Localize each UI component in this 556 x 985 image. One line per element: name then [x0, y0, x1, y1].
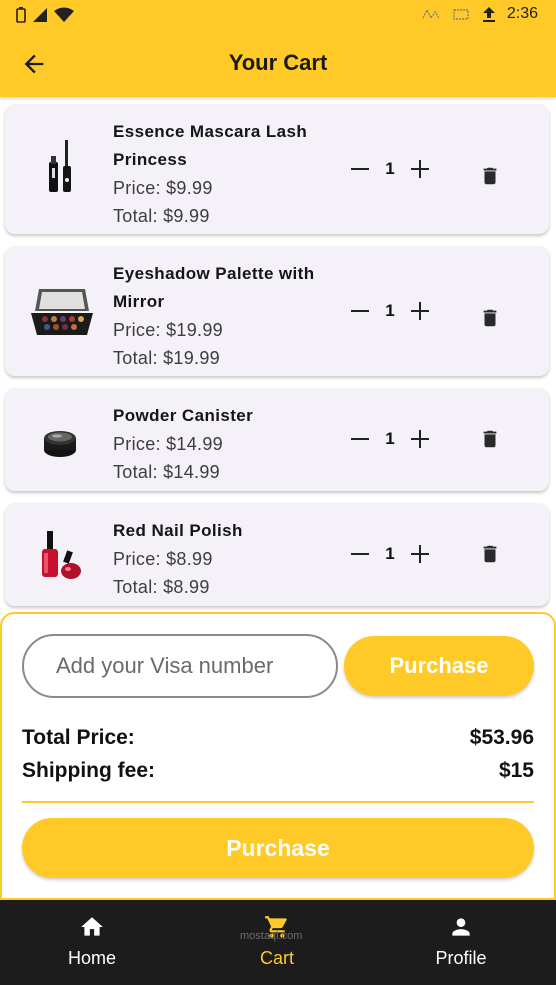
decrease-quantity-button[interactable]	[345, 539, 375, 569]
item-info: Eyeshadow Palette with Mirror Price: $19…	[113, 260, 323, 372]
quantity-stepper: 1	[345, 296, 435, 326]
minus-icon	[351, 553, 369, 555]
item-total: Total: $9.99	[113, 206, 210, 226]
quantity-value: 1	[385, 301, 395, 320]
delete-item-button[interactable]	[475, 424, 505, 454]
visa-number-input[interactable]	[22, 634, 338, 698]
trash-icon	[483, 167, 497, 185]
increase-quantity-button[interactable]	[405, 296, 435, 326]
increase-quantity-button[interactable]	[405, 154, 435, 184]
item-price: Price: $14.99	[113, 434, 223, 454]
trash-icon	[483, 309, 497, 327]
checkout-panel: Purchase Total Price: $53.96 Shipping fe…	[0, 612, 556, 900]
trash-icon	[483, 430, 497, 448]
quantity-stepper: 1	[345, 154, 435, 184]
decrease-quantity-button[interactable]	[345, 296, 375, 326]
item-info: Red Nail Polish Price: $8.99 Total: $8.9…	[113, 517, 323, 601]
plus-icon	[411, 160, 429, 178]
item-price: Price: $9.99	[113, 178, 213, 198]
product-image-mascara	[27, 134, 97, 204]
item-info: Powder Canister Price: $14.99 Total: $14…	[113, 402, 323, 486]
bottom-nav: Home Cart Profile mostaql.com	[0, 900, 556, 985]
plus-icon	[411, 545, 429, 563]
total-price-value: $53.96	[469, 726, 534, 749]
product-image-powder-canister	[27, 406, 97, 476]
quantity-value: 1	[385, 429, 395, 448]
total-price-label: Total Price:	[22, 726, 135, 749]
status-icons-left	[16, 7, 74, 23]
cart-item: Essence Mascara Lash Princess Price: $9.…	[5, 104, 549, 234]
nav-label-cart: Cart	[259, 948, 294, 968]
cart-item: Eyeshadow Palette with Mirror Price: $19…	[5, 246, 549, 376]
item-name: Powder Canister	[113, 406, 254, 425]
status-icons-right: 2:36	[421, 5, 538, 23]
upload-icon	[482, 7, 495, 22]
item-price: Price: $8.99	[113, 549, 213, 569]
status-bar: 2:36	[0, 0, 556, 30]
item-total: Total: $19.99	[113, 348, 220, 368]
person-icon	[452, 918, 470, 936]
product-image-eyeshadow-palette	[27, 281, 97, 351]
cart-list[interactable]: Essence Mascara Lash Princess Price: $9.…	[0, 97, 556, 612]
decrease-quantity-button[interactable]	[345, 154, 375, 184]
item-name: Essence Mascara Lash Princess	[113, 122, 308, 169]
delete-item-button[interactable]	[475, 303, 505, 333]
item-price: Price: $19.99	[113, 320, 223, 340]
minus-icon	[351, 168, 369, 170]
divider	[22, 801, 534, 803]
home-icon	[81, 917, 103, 936]
shipping-fee-value: $15	[498, 759, 534, 782]
product-image-nail-polish	[27, 521, 97, 591]
nav-label-profile: Profile	[435, 948, 487, 968]
status-time: 2:36	[506, 5, 538, 22]
cart-item: Red Nail Polish Price: $8.99 Total: $8.9…	[5, 503, 549, 606]
quantity-value: 1	[385, 544, 395, 563]
nav-item-profile[interactable]: Profile	[401, 914, 521, 969]
watermark: mostaql.com	[240, 930, 303, 942]
item-name: Red Nail Polish	[113, 521, 243, 540]
page-title: Your Cart	[228, 50, 328, 75]
plus-icon	[411, 430, 429, 448]
nav-label-home: Home	[67, 948, 116, 968]
wifi-icon	[54, 7, 74, 22]
increase-quantity-button[interactable]	[405, 539, 435, 569]
delete-item-button[interactable]	[475, 161, 505, 191]
purchase-bottom-button[interactable]: Purchase	[22, 818, 534, 878]
cart-item: Powder Canister Price: $14.99 Total: $14…	[5, 388, 549, 491]
item-name: Eyeshadow Palette with Mirror	[113, 264, 315, 311]
item-total: Total: $14.99	[113, 462, 220, 482]
minus-icon	[351, 310, 369, 312]
signal-icon	[33, 8, 47, 22]
quantity-stepper: 1	[345, 424, 435, 454]
trash-icon	[483, 545, 497, 563]
quantity-value: 1	[385, 159, 395, 178]
battery-saver-icon	[16, 7, 26, 23]
notification-icon	[422, 8, 440, 20]
app-bar: Your Cart	[0, 30, 556, 97]
item-info: Essence Mascara Lash Princess Price: $9.…	[113, 118, 323, 230]
shipping-fee-label: Shipping fee:	[22, 759, 155, 782]
delete-item-button[interactable]	[475, 539, 505, 569]
notification-icon-2	[453, 9, 469, 20]
plus-icon	[411, 302, 429, 320]
increase-quantity-button[interactable]	[405, 424, 435, 454]
total-price-row: Total Price: $53.96	[22, 726, 534, 750]
quantity-stepper: 1	[345, 539, 435, 569]
decrease-quantity-button[interactable]	[345, 424, 375, 454]
shipping-fee-row: Shipping fee: $15	[22, 759, 534, 783]
minus-icon	[351, 438, 369, 440]
item-total: Total: $8.99	[113, 577, 210, 597]
nav-item-home[interactable]: Home	[32, 914, 152, 969]
purchase-button[interactable]: Purchase	[344, 636, 534, 696]
